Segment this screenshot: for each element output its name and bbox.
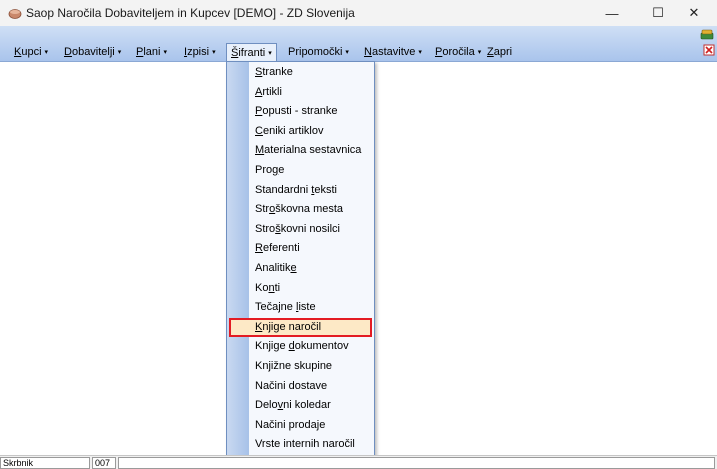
menu-item-label: opusti - stranke xyxy=(262,105,338,117)
menu-nastavitve[interactable]: Nastavitve ▾ xyxy=(364,46,422,60)
menu-item[interactable]: Delovni koledar xyxy=(229,396,372,415)
menu-item-mnemonic: e xyxy=(290,262,297,274)
chevron-down-icon: ▾ xyxy=(212,49,216,56)
menu-label: upci xyxy=(21,46,42,58)
menu-item-label: Standardni xyxy=(255,184,312,196)
menu-label: apri xyxy=(493,46,513,58)
menu-item-label: okumentov xyxy=(294,340,349,352)
menu-item-label: njige naročil xyxy=(262,321,322,333)
menu-item-selected[interactable]: Knjige naročil xyxy=(229,318,372,337)
menu-item-label: Tečajne xyxy=(255,301,296,313)
menu-pripomocki[interactable]: Pripomočki ▾ xyxy=(288,46,349,60)
menu-item-label: Analitik xyxy=(255,262,291,274)
menu-item-label: rtikli xyxy=(262,86,282,98)
menu-item-label: Stro xyxy=(255,223,276,235)
menu-item[interactable]: Ceniki artiklov xyxy=(229,122,372,141)
menu-zapri[interactable]: Zapri xyxy=(487,46,512,60)
menu-item[interactable]: Popusti - stranke xyxy=(229,102,372,121)
chevron-down-icon: ▾ xyxy=(345,49,349,56)
books-icon[interactable] xyxy=(700,28,714,40)
menu-dobavitelji[interactable]: Dobavitelji ▾ xyxy=(64,46,121,60)
menu-item[interactable]: Konti xyxy=(229,279,372,298)
menu-label: obavitelji xyxy=(71,46,115,58)
menu-item[interactable]: Stroškovna mesta xyxy=(229,200,372,219)
menu-item-label: Načini dostave xyxy=(255,380,328,392)
menu-item-label: kovni nosilci xyxy=(280,223,340,235)
menu-item-mnemonic: R xyxy=(255,242,263,254)
status-message xyxy=(118,457,715,469)
close-button[interactable]: ✕ xyxy=(671,0,717,26)
menu-plani[interactable]: Plani ▾ xyxy=(136,46,167,60)
menu-item-label: ti xyxy=(274,282,281,294)
chevron-down-icon: ▾ xyxy=(117,49,122,56)
chevron-down-icon: ▾ xyxy=(44,49,49,56)
app-icon xyxy=(8,9,22,19)
menu-item-label: Delo xyxy=(255,399,278,411)
menu-item-label: Str xyxy=(255,203,270,215)
status-bar: Skrbnik 007 xyxy=(0,455,717,469)
menu-item[interactable]: Analitike xyxy=(229,259,372,278)
menu-item[interactable]: Vrste internih naročil xyxy=(229,435,372,454)
menu-item-mnemonic: M xyxy=(255,144,265,156)
menu-porocila[interactable]: Poročila ▾ xyxy=(435,46,481,60)
menu-mnemonic: D xyxy=(64,46,72,58)
menu-item-label: eksti xyxy=(314,184,337,196)
menu-bar: Kupci ▾ Dobavitelji ▾ Plani ▾ Izpisi ▾ Šifra… xyxy=(0,26,717,62)
menu-mnemonic: N xyxy=(364,46,372,58)
menu-item[interactable]: Tečajne liste xyxy=(229,298,372,317)
menu-item[interactable]: Proge xyxy=(229,161,372,180)
window-title: Saop Naročila Dobaviteljem in Kupcev [DE… xyxy=(26,6,355,20)
chevron-down-icon: ▾ xyxy=(268,50,272,57)
title-bar: Saop Naročila Dobaviteljem in Kupcev [DE… xyxy=(0,0,717,26)
menu-item-label: tranke xyxy=(262,66,293,78)
exit-icon[interactable] xyxy=(702,44,716,56)
menu-item-label: Ko xyxy=(255,282,269,294)
chevron-down-icon: ▾ xyxy=(418,49,422,56)
menu-item[interactable]: Standardni teksti xyxy=(229,181,372,200)
menu-label: oročila xyxy=(442,46,475,58)
menu-item-label: ni koledar xyxy=(283,399,331,411)
menu-item-label: Knjige xyxy=(255,340,289,352)
menu-item-label: Knjižne skupine xyxy=(255,360,333,372)
menu-item-label: Vrste internih naročil xyxy=(255,438,355,450)
menu-item[interactable]: Artikli xyxy=(229,83,372,102)
menu-sifranti[interactable]: Šifranti ▾ xyxy=(226,43,277,62)
menu-label: astavitve xyxy=(371,46,416,58)
menu-item[interactable]: Knjige dokumentov xyxy=(229,337,372,356)
menu-mnemonic: močki xyxy=(313,46,343,58)
menu-item[interactable]: Materialna sestavnica xyxy=(229,141,372,160)
menu-item-label: e xyxy=(278,164,285,176)
chevron-down-icon: ▾ xyxy=(477,49,482,56)
menu-mnemonic: Z xyxy=(487,46,494,58)
menu-label: zpisi xyxy=(187,46,210,58)
menu-izpisi[interactable]: Izpisi ▾ xyxy=(184,46,216,60)
status-code: 007 xyxy=(92,457,116,469)
minimize-button[interactable]: — xyxy=(589,0,635,26)
menu-kupci[interactable]: Kupci ▾ xyxy=(14,46,48,60)
menu-item-label: škovna mesta xyxy=(275,203,344,215)
status-user: Skrbnik xyxy=(0,457,90,469)
menu-item[interactable]: Načini prodaje xyxy=(229,416,372,435)
menu-item-label: eferenti xyxy=(262,242,300,254)
menu-item[interactable]: Referenti xyxy=(229,239,372,258)
menu-item[interactable]: Stranke xyxy=(229,63,372,82)
menu-item-label: iste xyxy=(298,301,316,313)
menu-item[interactable]: Knjižne skupine xyxy=(229,357,372,376)
menu-item[interactable]: Stroškovni nosilci xyxy=(229,220,372,239)
menu-item-label: Načini prodaje xyxy=(255,419,326,431)
menu-item-label: Pro xyxy=(255,164,273,176)
menu-label: lani xyxy=(143,46,161,58)
menu-label: Pripo xyxy=(288,46,314,58)
menu-item-mnemonic: C xyxy=(255,125,263,137)
menu-label: ifranti xyxy=(238,47,266,59)
menu-item[interactable]: Načini dostave xyxy=(229,377,372,396)
chevron-down-icon: ▾ xyxy=(163,49,167,56)
menu-item-label: aterialna sestavnica xyxy=(264,144,362,156)
menu-item-label: eniki artiklov xyxy=(262,125,324,137)
sifranti-dropdown-menu: Stranke Artikli Popusti - stranke Ceniki ar… xyxy=(226,61,375,457)
